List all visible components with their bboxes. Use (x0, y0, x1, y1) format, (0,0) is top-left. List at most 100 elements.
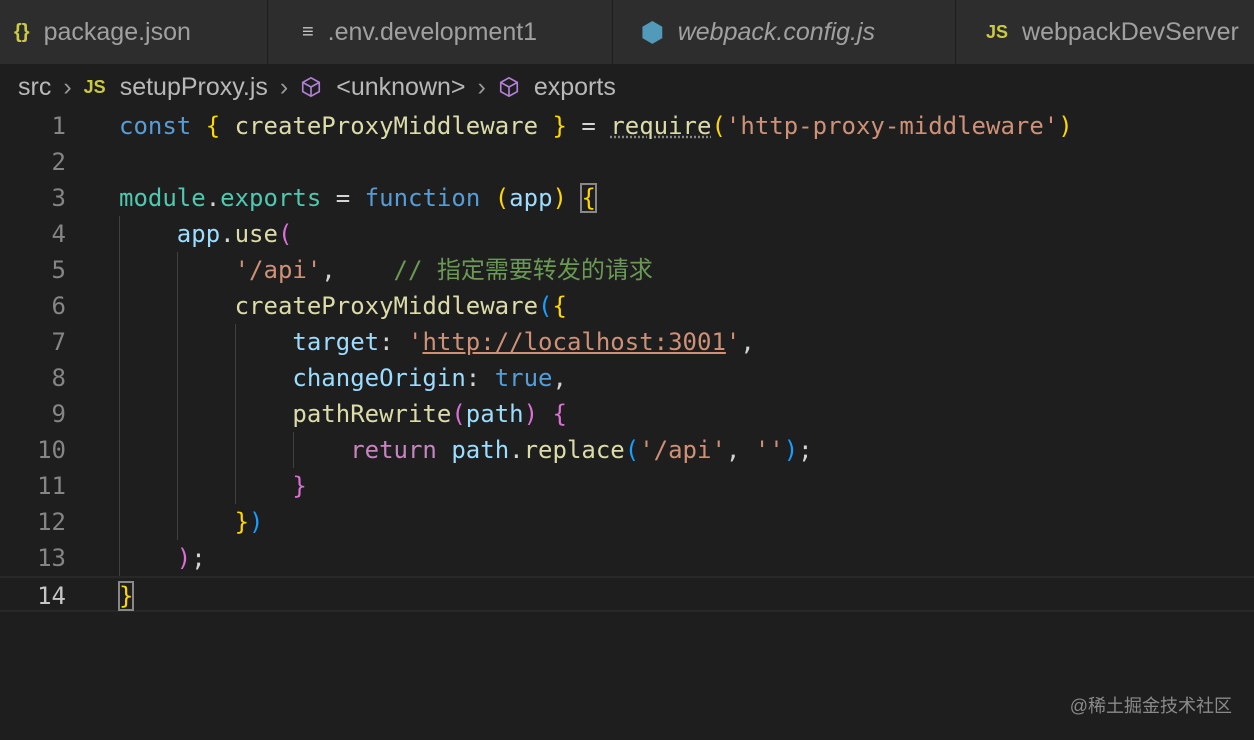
code-token: ( (711, 112, 726, 140)
code-token: http://localhost:3001 (422, 328, 726, 356)
code-token: target (292, 328, 380, 356)
code-token: } (117, 581, 135, 611)
code-token: module (119, 184, 206, 212)
breadcrumb-folder[interactable]: src (18, 73, 51, 102)
code-token: createProxyMiddleware (220, 112, 553, 140)
line-number: 7 (51, 328, 66, 356)
line-text: '/api', // 指定需要转发的请求 (119, 252, 653, 288)
tab-package-json[interactable]: {} package.json (0, 0, 268, 64)
code-token: replace (523, 436, 625, 464)
code-token: path (451, 436, 510, 464)
code-line[interactable]: 1 const { createProxyMiddleware } = requi… (0, 108, 1254, 144)
line-number: 4 (51, 220, 66, 248)
code-token: // 指定需要转发的请求 (393, 256, 653, 284)
breadcrumb-symbol-unknown[interactable]: <unknown> (336, 73, 465, 102)
code-token: ( (494, 184, 510, 212)
code-token: ( (451, 400, 466, 428)
code-token: . (220, 220, 235, 248)
line-number: 2 (51, 148, 66, 176)
code-token: . (509, 436, 524, 464)
cube-icon (302, 76, 321, 98)
line-number: 1 (51, 112, 66, 140)
line-text: } (117, 578, 135, 614)
code-token: ) (523, 400, 539, 428)
code-line[interactable]: 3 module.exports = function (app) { (0, 180, 1254, 216)
tab-env-development[interactable]: ≡ .env.development1 (268, 0, 613, 64)
breadcrumb-symbol-exports[interactable]: exports (534, 73, 616, 102)
code-token: app (509, 184, 553, 212)
line-text: } (119, 468, 306, 504)
line-text: pathRewrite(path) { (119, 396, 567, 432)
breadcrumb-file[interactable]: setupProxy.js (120, 73, 268, 102)
line-text: ); (119, 540, 206, 576)
code-line[interactable]: 7 target: 'http://localhost:3001', (0, 324, 1254, 360)
code-token: pathRewrite (292, 400, 452, 428)
code-token: ; (191, 544, 206, 572)
code-line[interactable]: 4 app.use( (0, 216, 1254, 252)
code-token: , (740, 328, 755, 356)
code-token: createProxyMiddleware (234, 292, 539, 320)
js-icon: JS (83, 76, 106, 97)
code-token: ; (798, 436, 813, 464)
code-editor[interactable]: 1 const { createProxyMiddleware } = requi… (0, 108, 1254, 612)
code-line[interactable]: 12 }) (0, 504, 1254, 540)
line-text: return path.replace('/api', ''); (119, 432, 813, 468)
code-token: use (234, 220, 278, 248)
code-line[interactable]: 10 return path.replace('/api', ''); (0, 432, 1254, 468)
code-token: } (552, 112, 567, 140)
code-token: { (552, 292, 567, 320)
code-token: { (580, 183, 597, 213)
code-token: changeOrigin (292, 364, 466, 392)
line-text: target: 'http://localhost:3001', (119, 324, 755, 360)
code-token: ) (1058, 112, 1073, 140)
line-number: 9 (51, 400, 66, 428)
code-line[interactable]: 14} (0, 576, 1254, 612)
code-token: return (350, 436, 437, 464)
breadcrumb: src › JS setupProxy.js › <unknown> › exports (0, 64, 1254, 110)
json-icon: {} (14, 20, 30, 43)
line-number: 3 (51, 184, 66, 212)
line-number: 11 (37, 472, 66, 500)
code-token: true (494, 364, 553, 392)
code-token: ( (624, 436, 640, 464)
line-number: 6 (51, 292, 66, 320)
watermark: @稀土掘金技术社区 (1069, 696, 1232, 716)
code-token: . (205, 184, 221, 212)
code-token: , (725, 436, 755, 464)
code-line[interactable]: 5 '/api', // 指定需要转发的请求 (0, 252, 1254, 288)
tab-webpack-config[interactable]: ⬢ webpack.config.js (613, 0, 956, 64)
code-token: , (321, 256, 394, 284)
code-token: ) (249, 508, 264, 536)
tab-label: webpackDevServer (1022, 17, 1239, 46)
line-number: 10 (37, 436, 66, 464)
line-number: 13 (37, 544, 66, 572)
code-line[interactable]: 6 createProxyMiddleware({ (0, 288, 1254, 324)
code-line[interactable]: 13 ); (0, 540, 1254, 576)
tab-webpack-dev-server[interactable]: JS webpackDevServer (956, 0, 1254, 64)
code-token: 'http-proxy-middleware' (725, 112, 1059, 140)
code-line[interactable]: 8 changeOrigin: true, (0, 360, 1254, 396)
text-file-icon: ≡ (302, 20, 314, 43)
tab-label: webpack.config.js (677, 17, 876, 46)
webpack-icon: ⬢ (641, 16, 664, 47)
line-text: }) (119, 504, 264, 540)
line-number: 12 (37, 508, 66, 536)
code-line[interactable]: 11 } (0, 468, 1254, 504)
code-token: ) (783, 436, 799, 464)
code-line[interactable]: 9 pathRewrite(path) { (0, 396, 1254, 432)
code-line[interactable]: 2 (0, 144, 1254, 180)
